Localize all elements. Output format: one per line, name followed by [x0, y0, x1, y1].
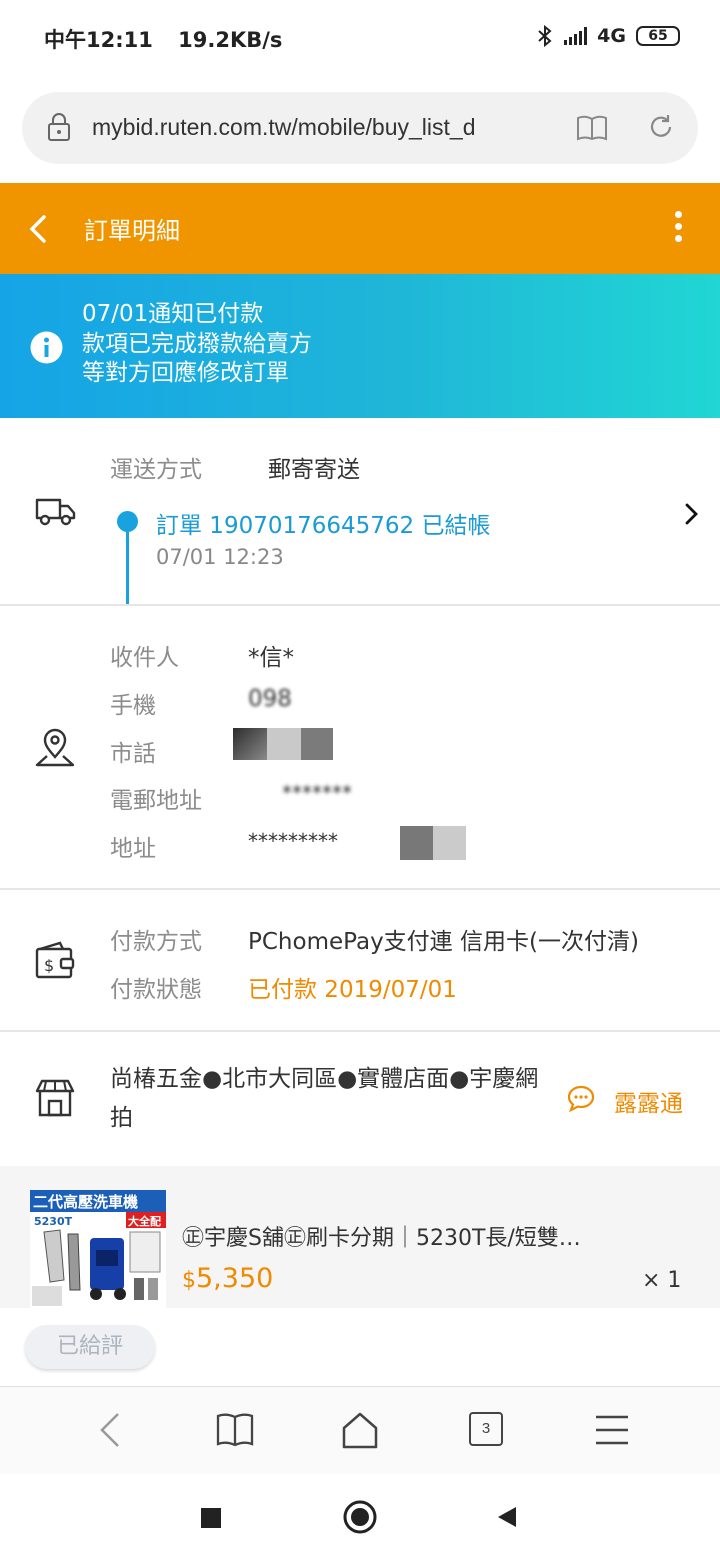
shipping-method-label: 運送方式	[110, 457, 202, 483]
product-image-tag: 大全配	[128, 1214, 161, 1228]
section-divider	[0, 1030, 720, 1032]
rated-button[interactable]: 已給評	[25, 1325, 155, 1369]
product-quantity: × 1	[642, 1268, 682, 1293]
order-timeline-line	[126, 520, 129, 604]
order-time: 07/01 12:23	[156, 545, 284, 569]
redacted-phone-part	[301, 728, 333, 760]
section-divider	[0, 604, 720, 606]
email-label: 電郵地址	[110, 788, 202, 814]
browser-back-icon[interactable]	[98, 1410, 122, 1450]
home-icon[interactable]	[340, 1410, 380, 1450]
system-back-icon[interactable]	[496, 1505, 518, 1529]
notice-line: 款項已完成撥款給賣方	[82, 330, 312, 357]
url-text[interactable]: mybid.ruten.com.tw/mobile/buy_list_d	[92, 114, 562, 141]
notice-text: 07/01通知已付款 款項已完成撥款給賣方 等對方回應修改訂單	[82, 300, 312, 389]
product-image-model: 5230T	[34, 1215, 73, 1228]
shipping-method-value: 郵寄寄送	[268, 457, 360, 483]
order-status-link[interactable]: 訂單 19070176645762 已結帳	[156, 506, 491, 540]
product-title[interactable]: ㊣宇慶S舖㊣刷卡分期｜5230T長/短雙…	[182, 1220, 642, 1252]
reload-icon[interactable]	[646, 112, 676, 142]
redacted-address-part	[433, 826, 466, 860]
product-thumbnail[interactable]: 二代高壓洗車機 大全配 5230T	[30, 1190, 166, 1308]
bluetooth-icon	[538, 24, 552, 48]
section-divider	[0, 888, 720, 890]
tabs-count-icon[interactable]: 3	[469, 1412, 503, 1446]
store-icon	[35, 1079, 75, 1117]
redacted-phone-part	[233, 728, 267, 760]
payment-status-label: 付款狀態	[110, 977, 202, 1003]
chat-bubble-icon[interactable]	[566, 1084, 596, 1112]
network-type: 4G	[597, 25, 626, 47]
phone-label: 市話	[110, 741, 156, 767]
price-currency: $	[182, 1268, 196, 1293]
price-amount: 5,350	[196, 1263, 274, 1294]
redacted-address-part	[400, 826, 433, 860]
chat-button-label[interactable]: 露露通	[614, 1084, 683, 1118]
back-arrow-icon[interactable]	[26, 213, 50, 245]
mobile-label: 手機	[110, 693, 156, 719]
payment-status-value: 已付款 2019/07/01	[248, 977, 457, 1003]
recipient-name-label: 收件人	[110, 645, 179, 671]
battery-icon: 65	[636, 26, 680, 46]
info-icon	[30, 331, 63, 364]
order-timeline-dot	[117, 511, 138, 532]
notice-line: 07/01通知已付款	[82, 301, 264, 327]
bookmarks-icon[interactable]	[216, 1410, 254, 1450]
status-net-speed: 19.2KB/s	[178, 28, 283, 52]
status-time: 中午12:11	[44, 28, 153, 52]
lock-icon	[48, 113, 70, 141]
svg-text:$: $	[44, 956, 54, 975]
recipient-name-value: *信*	[248, 645, 294, 671]
address-value: *********	[248, 829, 338, 853]
more-options-icon[interactable]	[672, 211, 684, 247]
menu-icon[interactable]	[594, 1410, 630, 1450]
mobile-value: 098	[248, 686, 292, 712]
signal-icon	[564, 27, 588, 45]
reader-mode-icon[interactable]	[576, 114, 608, 142]
status-bar: 中午12:11 19.2KB/s 4G 65	[0, 0, 720, 80]
recent-apps-icon[interactable]	[200, 1507, 222, 1529]
product-image-banner: 二代高壓洗車機	[33, 1193, 138, 1211]
redacted-phone-part	[267, 728, 301, 760]
email-value: *******	[282, 781, 352, 805]
wallet-icon: $	[35, 941, 75, 979]
payment-method-value: PChomePay支付連 信用卡(一次付清)	[248, 929, 639, 955]
chevron-right-icon[interactable]	[684, 502, 700, 526]
address-label: 地址	[110, 836, 156, 862]
system-home-icon[interactable]	[342, 1499, 378, 1535]
payment-method-label: 付款方式	[110, 929, 202, 955]
product-price: $5,350	[182, 1263, 273, 1294]
location-pin-icon	[35, 728, 75, 767]
address-bar[interactable]: mybid.ruten.com.tw/mobile/buy_list_d	[22, 92, 698, 164]
delivery-truck-icon	[35, 498, 76, 526]
page-title: 訂單明細	[84, 217, 180, 245]
store-name[interactable]: 尚椿五金●北市大同區●實體店面●宇慶網拍	[110, 1060, 550, 1138]
battery-level: 65	[648, 28, 668, 44]
page-header: 訂單明細	[0, 183, 720, 274]
notice-line: 等對方回應修改訂單	[82, 360, 289, 386]
